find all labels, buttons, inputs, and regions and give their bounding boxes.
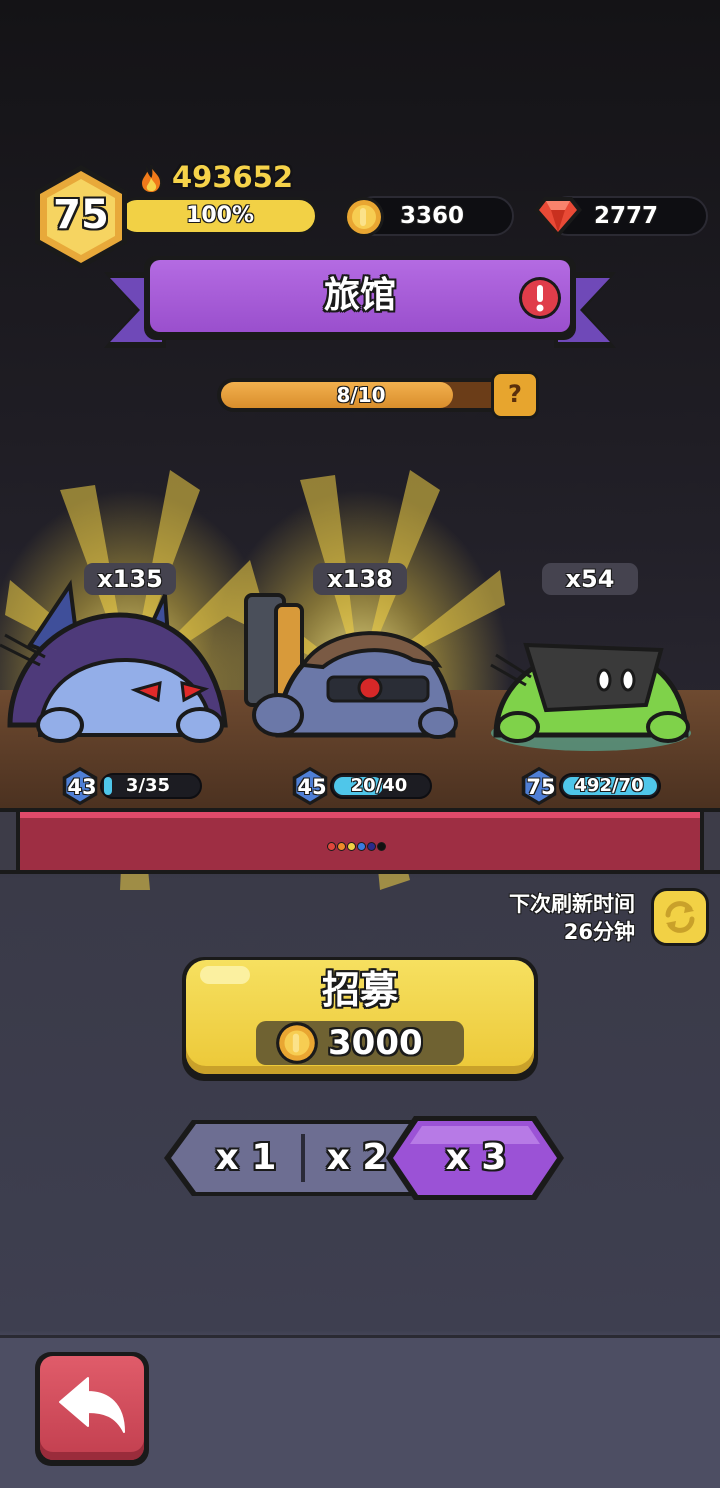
- page-dot: [347, 842, 356, 851]
- flame-icon: [139, 164, 163, 194]
- alert-icon[interactable]: [517, 276, 563, 320]
- stage-side-left: [0, 812, 16, 870]
- coin-icon: [344, 197, 384, 237]
- hero-exp: 3/35: [125, 775, 171, 796]
- stage-side-right: [704, 812, 720, 870]
- xp-percent: 100%: [186, 203, 254, 228]
- page-indicator: [327, 842, 386, 852]
- hero-level: 45: [297, 775, 327, 799]
- page-dot: [357, 842, 366, 851]
- knight-slime-hero[interactable]: [0, 575, 235, 745]
- help-button[interactable]: ?: [491, 371, 539, 419]
- hero-level: 43: [67, 775, 97, 799]
- back-button[interactable]: [40, 1356, 144, 1460]
- page-dot: [327, 842, 336, 851]
- back-arrow-icon: [59, 1377, 125, 1433]
- stage-strip: [20, 812, 700, 870]
- gunner-slime-hero[interactable]: [238, 585, 463, 745]
- refresh-icon: [665, 901, 695, 933]
- refresh-button[interactable]: [651, 888, 709, 946]
- multiplier-x3-selected[interactable]: x 3: [424, 1114, 528, 1202]
- multiplier-x2[interactable]: x 2: [312, 1114, 402, 1202]
- hero-exp: 20/40: [350, 775, 408, 796]
- hero-level: 75: [526, 775, 556, 799]
- page-dot: [367, 842, 376, 851]
- power-value: 493652: [172, 160, 294, 194]
- ruby-gem-icon: [534, 197, 582, 238]
- recruit-cost: 3000: [328, 1023, 423, 1063]
- recruit-label: 招募: [321, 968, 398, 1012]
- page-dot: [377, 842, 386, 851]
- capacity-label: 8/10: [336, 383, 386, 407]
- gem-value: 2777: [594, 203, 659, 229]
- player-level: 75: [53, 192, 109, 238]
- hero-count: x54: [542, 563, 638, 595]
- refresh-time: 26分钟: [563, 920, 635, 944]
- refresh-label: 下次刷新时间: [509, 892, 635, 916]
- coin-icon: [276, 1022, 318, 1064]
- coin-value: 3360: [400, 203, 465, 229]
- page-title: 旅馆: [323, 275, 396, 316]
- hero-exp: 492/70: [574, 775, 644, 796]
- green-slime-hero[interactable]: [486, 615, 696, 755]
- page-dot: [337, 842, 346, 851]
- multiplier-x1[interactable]: x 1: [196, 1114, 296, 1202]
